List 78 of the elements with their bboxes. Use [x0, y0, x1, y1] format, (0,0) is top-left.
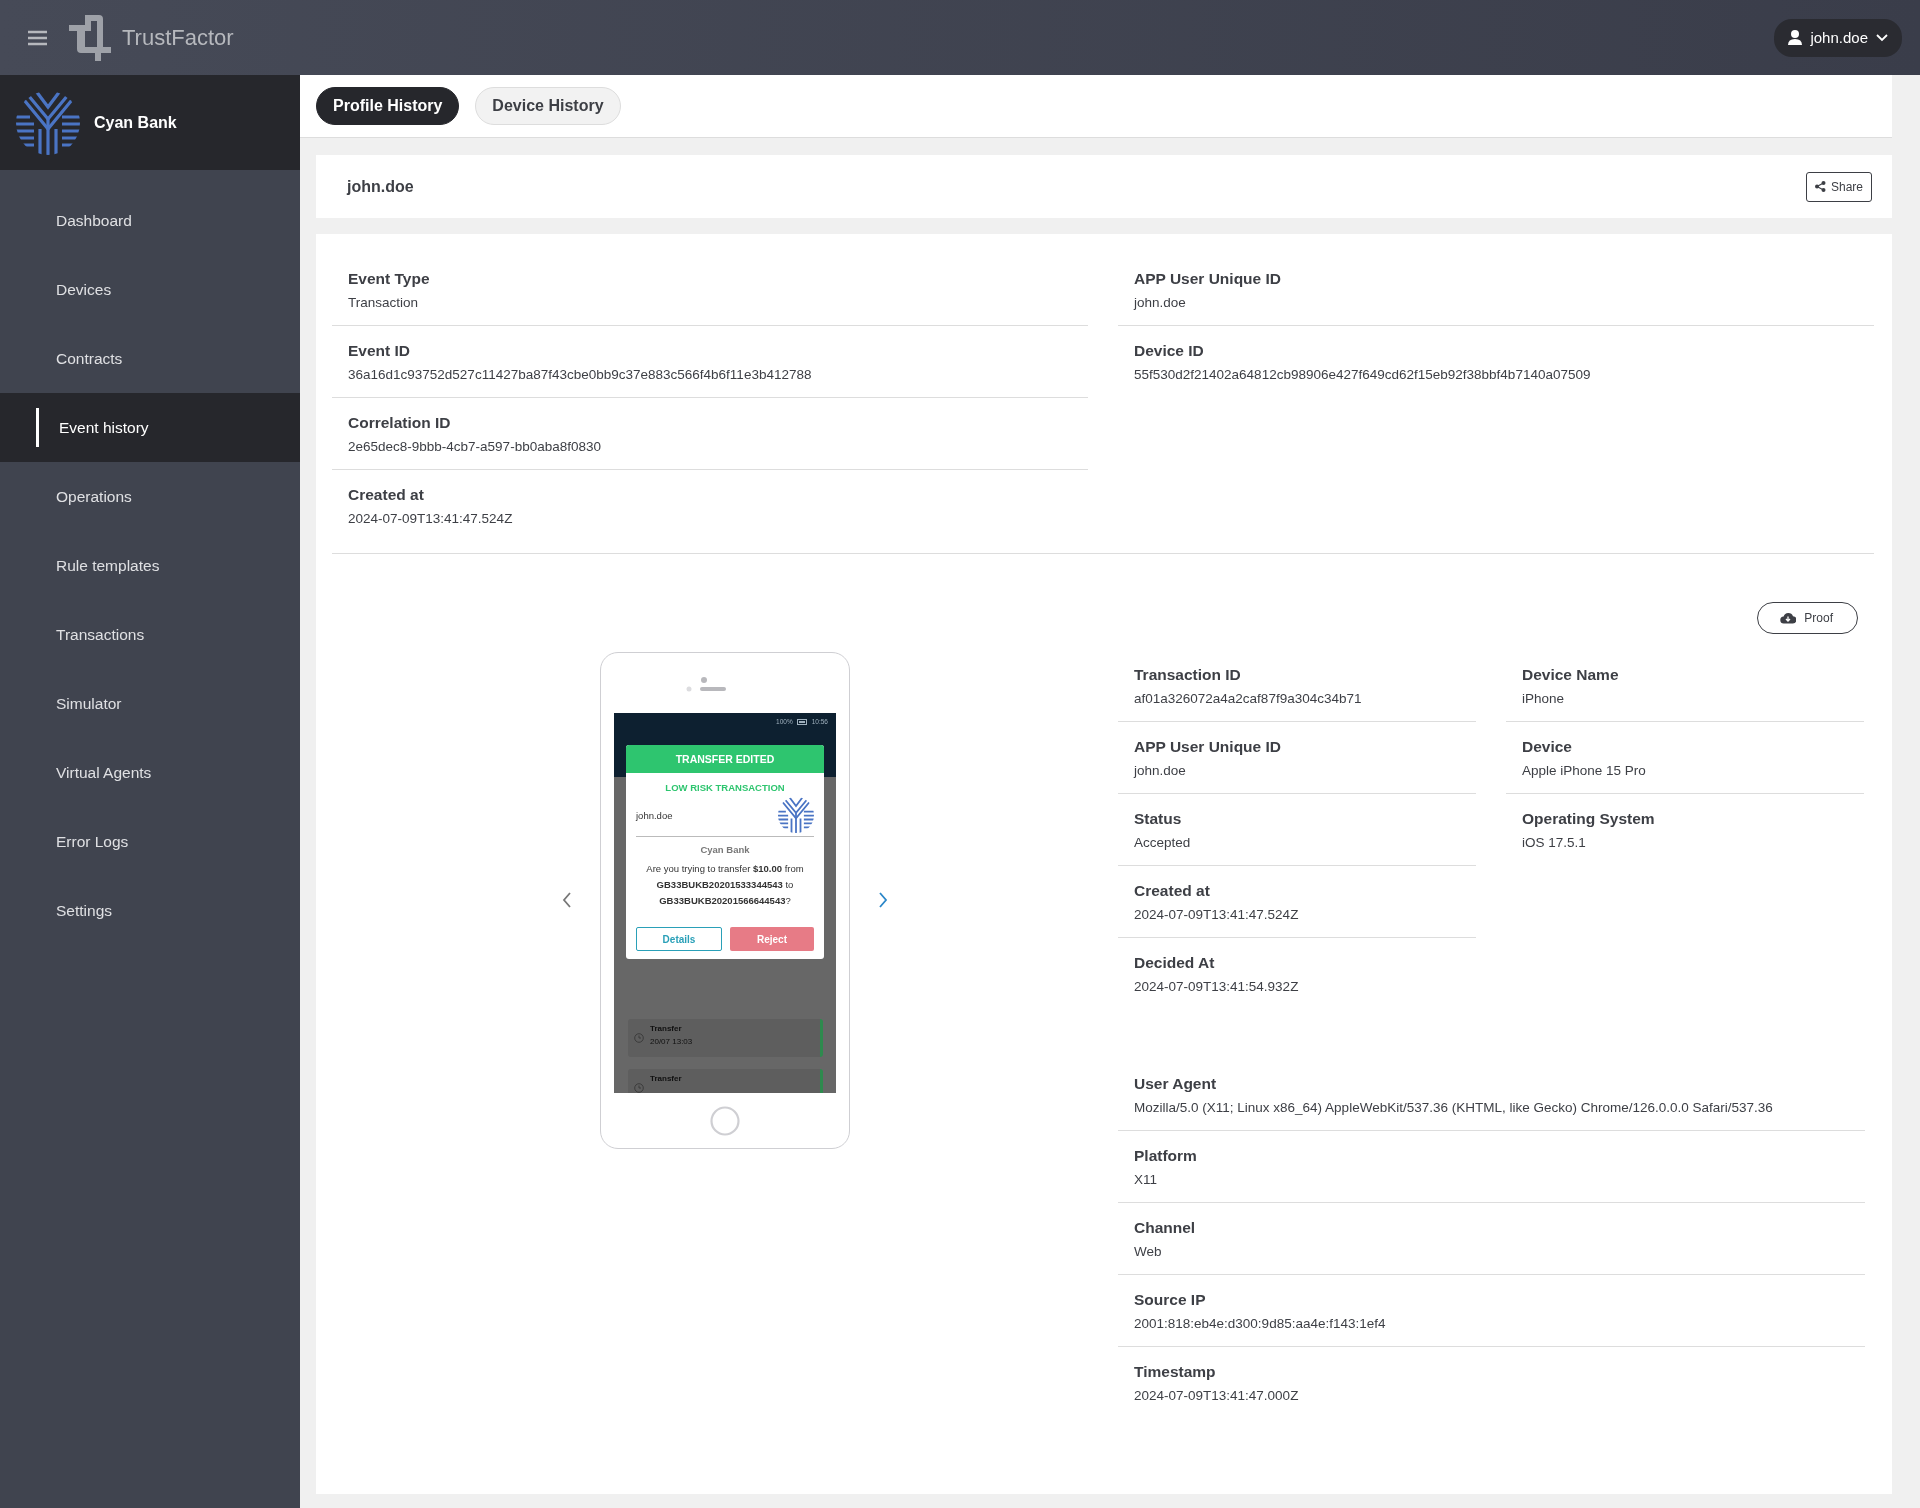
share-icon — [1814, 181, 1826, 192]
sidebar-item[interactable]: Transactions — [0, 600, 300, 669]
transfer-question: Are you trying to transfer $10.00 from GB33BUKB20201533344543 to GB33BUKB20201566644543? — [645, 862, 805, 908]
field-value: Mozilla/5.0 (X11; Linux x86_64) AppleWebKit/537.36 (KHTML, like Gecko) Chrome/126.0.0.0 Safari/537.36 — [1134, 1100, 1773, 1115]
field-value: Accepted — [1134, 835, 1191, 850]
trustfactor-logo — [67, 12, 112, 63]
clock-icon — [634, 1083, 644, 1093]
sidebar-item[interactable]: Simulator — [0, 669, 300, 738]
sidebar-item[interactable]: Dashboard — [0, 186, 300, 255]
field-label: Platform — [1134, 1147, 1197, 1165]
organization-name: Cyan Bank — [94, 113, 177, 132]
share-button[interactable]: Share — [1805, 171, 1872, 202]
battery-icon — [796, 718, 808, 725]
field-label: APP User Unique ID — [1134, 738, 1281, 756]
field-value: 2e65dec8-9bbb-4cb7-a597-bb0aba8f0830 — [348, 439, 601, 454]
field-label: Created at — [348, 486, 424, 504]
chevron-left-icon[interactable] — [562, 892, 572, 908]
chevron-right-icon[interactable] — [878, 892, 888, 908]
proof-button[interactable]: Proof — [1757, 602, 1858, 634]
dialog-banner: TRANSFER EDITED — [626, 745, 824, 773]
field-label: Timestamp — [1134, 1363, 1216, 1381]
field-label: Operating System — [1522, 810, 1655, 828]
field-label: Device ID — [1134, 342, 1204, 360]
sidebar-item[interactable]: Error Logs — [0, 807, 300, 876]
field-label: Decided At — [1134, 954, 1215, 972]
field-label: Event ID — [348, 342, 410, 360]
field-label: User Agent — [1134, 1075, 1217, 1093]
list-item-title: Transfer — [650, 1074, 682, 1083]
sidebar-item[interactable]: Virtual Agents — [0, 738, 300, 807]
field-label: Correlation ID — [348, 414, 451, 432]
bank-logo — [16, 90, 80, 155]
field-label: Source IP — [1134, 1291, 1206, 1309]
field-label: APP User Unique ID — [1134, 270, 1281, 288]
cloud-download-icon — [1780, 612, 1797, 624]
chevron-down-icon — [1876, 33, 1888, 42]
field-value: X11 — [1134, 1172, 1158, 1187]
field-label: Channel — [1134, 1219, 1196, 1237]
dialog-username: john.doe — [636, 809, 673, 821]
field-value: 2024-07-09T13:41:47.524Z — [1134, 907, 1299, 922]
field-label: Created at — [1134, 882, 1210, 900]
user-icon — [1788, 30, 1803, 45]
clock-icon — [634, 1033, 644, 1043]
app-name: TrustFactor — [122, 24, 234, 51]
field-value: af01a326072a4a2caf87f9a304c34b71 — [1134, 691, 1362, 706]
sidebar-item[interactable]: Operations — [0, 462, 300, 531]
field-label: Transaction ID — [1134, 666, 1241, 684]
sidebar-item[interactable]: Event history — [0, 393, 300, 462]
sidebar-item[interactable]: Settings — [0, 876, 300, 945]
field-value: Web — [1134, 1244, 1162, 1259]
sidebar-item[interactable]: Devices — [0, 255, 300, 324]
profile-username: john.doe — [347, 177, 414, 196]
risk-label: LOW RISK TRANSACTION — [664, 782, 786, 793]
field-label: Device — [1522, 738, 1572, 756]
field-value: iOS 17.5.1 — [1522, 835, 1586, 850]
field-value: 2001:818:eb4e:d300:9d85:aa4e:f143:1ef4 — [1134, 1316, 1386, 1331]
phone-speaker-drawing — [686, 677, 726, 693]
dialog-bank-name: Cyan Bank — [699, 844, 751, 855]
field-label: Event Type — [348, 270, 430, 288]
menu-icon[interactable] — [28, 29, 47, 46]
user-menu-button[interactable]: john.doe — [1774, 18, 1902, 57]
field-value: 2024-07-09T13:41:54.932Z — [1134, 979, 1299, 994]
sidebar-item[interactable]: Contracts — [0, 324, 300, 393]
tab[interactable]: Device History — [475, 87, 621, 125]
list-item-title: Transfer — [650, 1024, 683, 1033]
field-value: iPhone — [1522, 691, 1565, 706]
field-value: john.doe — [1134, 295, 1186, 310]
field-value: 2024-07-09T13:41:47.524Z — [348, 511, 513, 526]
bank-logo — [778, 797, 814, 833]
field-label: Device Name — [1522, 666, 1619, 684]
field-label: Status — [1134, 810, 1182, 828]
field-value: 2024-07-09T13:41:47.000Z — [1134, 1388, 1299, 1403]
field-value: john.doe — [1134, 763, 1186, 778]
field-value: 55f530d2f21402a64812cb98906e427f649cd62f15eb92f38bbf4b7140a07509 — [1134, 367, 1591, 382]
field-value: Apple iPhone 15 Pro — [1522, 763, 1646, 778]
field-value: 36a16d1c93752d527c11427ba87f43cbe0bb9c37e883c566f4b6f11e3b412788 — [348, 367, 812, 382]
sidebar-item[interactable]: Rule templates — [0, 531, 300, 600]
field-value: Transaction — [348, 295, 419, 310]
tab[interactable]: Profile History — [316, 87, 460, 125]
